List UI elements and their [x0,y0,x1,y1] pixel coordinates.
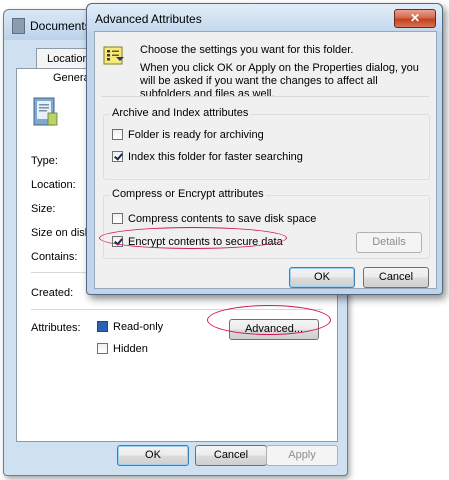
tab-general[interactable]: Genera [53,72,90,84]
divider [31,309,323,310]
folder-ready-label: Folder is ready for archiving [128,129,264,141]
properties-ok-button[interactable]: OK [117,445,189,466]
advanced-titlebar: Advanced Attributes ✕ [87,4,442,32]
hidden-checkbox-row[interactable]: Hidden [97,343,148,355]
compress-row[interactable]: Compress contents to save disk space [112,213,316,225]
advanced-ok-button[interactable]: OK [289,267,355,288]
read-only-checkbox-row[interactable]: Read-only [97,321,163,333]
folder-ready-checkbox[interactable] [112,129,123,140]
archive-group-title: Archive and Index attributes [110,107,251,119]
properties-apply-button[interactable]: Apply [266,445,338,466]
properties-title: Documents [30,19,91,33]
created-label: Created: [31,287,74,299]
encrypt-label: Encrypt contents to secure data [128,236,283,248]
divider [101,96,429,97]
details-button[interactable]: Details [356,232,422,253]
contains-label: Contains: [31,251,78,263]
location-label: Location: [31,179,76,191]
folder-ready-row[interactable]: Folder is ready for archiving [112,129,264,141]
encrypt-row[interactable]: Encrypt contents to secure data [112,236,283,248]
read-only-checkbox[interactable] [97,321,108,332]
close-button[interactable]: ✕ [394,9,436,28]
hidden-checkbox[interactable] [97,343,108,354]
read-only-label: Read-only [113,321,164,333]
archive-index-group: Archive and Index attributes Folder is r… [103,107,430,180]
index-label: Index this folder for faster searching [128,151,303,163]
advanced-attributes-dialog: Advanced Attributes ✕ Choose the setting… [86,3,443,295]
documents-folder-icon [33,97,58,126]
compress-checkbox[interactable] [112,213,123,224]
compress-label: Compress contents to save disk space [128,213,317,225]
advanced-title: Advanced Attributes [95,12,202,26]
intro-text: Choose the settings you want for this fo… [140,44,354,56]
type-label: Type: [31,155,58,167]
compress-encrypt-group: Compress or Encrypt attributes Compress … [103,188,430,259]
attributes-list-icon [103,46,124,65]
properties-cancel-button[interactable]: Cancel [195,445,267,466]
index-row[interactable]: Index this folder for faster searching [112,151,303,163]
hidden-label: Hidden [113,343,148,355]
encrypt-checkbox[interactable] [112,236,123,247]
advanced-body: Choose the settings you want for this fo… [94,31,437,289]
compress-group-title: Compress or Encrypt attributes [110,188,266,200]
advanced-button[interactable]: Advanced... [229,319,319,340]
index-checkbox[interactable] [112,151,123,162]
size-on-disk-label: Size on disk: [31,227,94,239]
attributes-label: Attributes: [31,322,81,334]
advanced-cancel-button[interactable]: Cancel [363,267,429,288]
properties-folder-icon [12,18,25,34]
size-label: Size: [31,203,56,215]
